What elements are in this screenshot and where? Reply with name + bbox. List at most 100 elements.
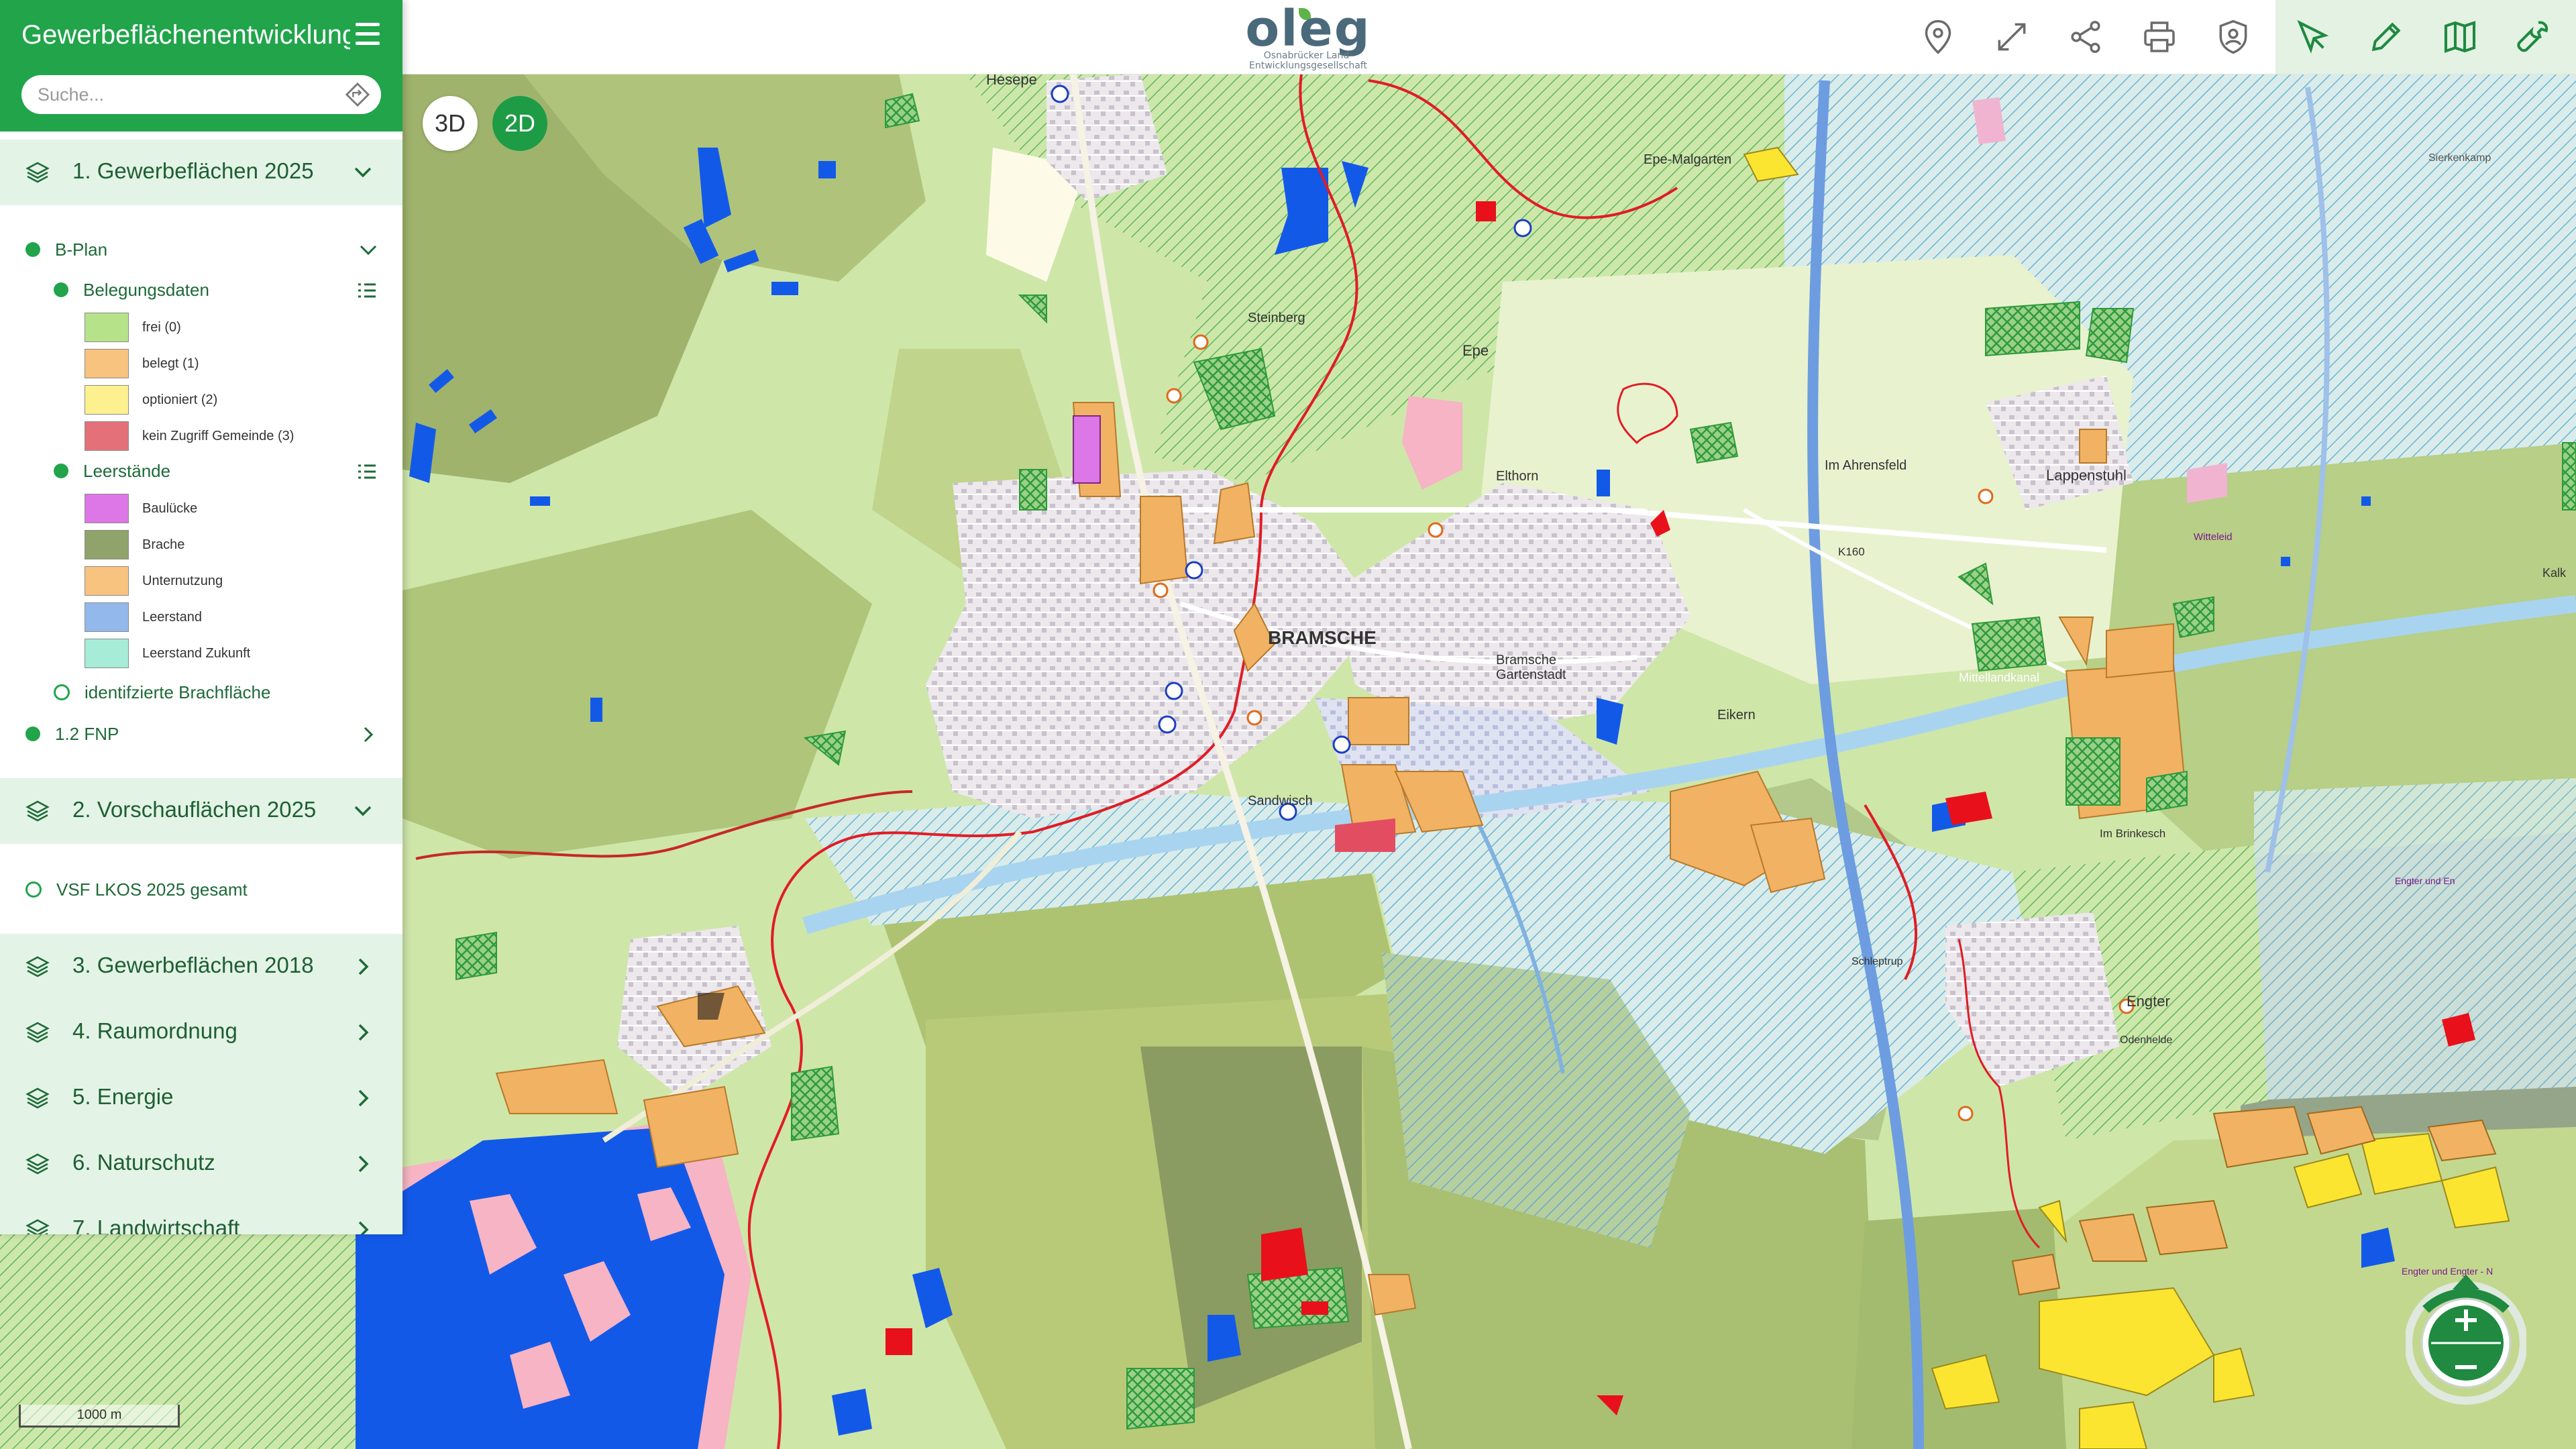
category-label: 6. Naturschutz — [72, 1150, 215, 1175]
logo-subtitle: Osnabrücker Land- Entwicklungsgesellscha… — [1249, 50, 1367, 71]
category-raumordnung[interactable]: 4. Raumordnung — [0, 1000, 402, 1065]
fullscreen-arrows-icon — [1998, 23, 2026, 51]
svg-text:Bramsche: Bramsche — [1496, 653, 1556, 667]
category-label: 1. Gewerbeflächen 2025 — [72, 158, 314, 183]
share-button[interactable] — [2049, 0, 2123, 74]
category-label: 4. Raumordnung — [72, 1018, 237, 1043]
user-shield-button[interactable] — [2196, 0, 2270, 74]
svg-text:Kalk: Kalk — [2542, 566, 2567, 580]
legend-swatch — [85, 313, 129, 342]
legend-swatch — [85, 530, 129, 559]
svg-text:Im Ahrensfeld: Im Ahrensfeld — [1825, 458, 1907, 473]
legend-item: Leerstand — [85, 601, 202, 633]
legend-list-icon[interactable] — [356, 462, 378, 482]
legend-swatch — [85, 349, 129, 378]
logo-wordmark: oleg — [1245, 0, 1371, 58]
plus-icon — [2455, 1309, 2477, 1331]
select-cursor-icon — [2297, 19, 2329, 54]
layers-icon — [25, 162, 50, 183]
svg-text:Steinberg: Steinberg — [1248, 311, 1305, 325]
layer-active-dot[interactable] — [54, 464, 68, 478]
legend-item: Brache — [85, 529, 184, 561]
view-3d-button[interactable]: 3D — [423, 96, 478, 151]
layer-active-dot[interactable] — [54, 282, 68, 297]
chevron-right-icon — [358, 1024, 369, 1041]
edit-pencil-icon — [2371, 22, 2401, 52]
scale-label: 1000 m — [76, 1407, 122, 1422]
layer-label: Leerstände — [83, 460, 171, 481]
legend-item: Baulücke — [85, 492, 197, 525]
layer-vsf-lkos[interactable]: VSF LKOS 2025 gesamt — [25, 876, 248, 903]
layer-active-dot[interactable] — [25, 242, 40, 257]
category-gewerbeflaechen-2018[interactable]: 3. Gewerbeflächen 2018 — [0, 934, 402, 1000]
category-label: 5. Energie — [72, 1084, 174, 1109]
chevron-down-icon[interactable] — [357, 240, 380, 260]
navigate-diamond-icon[interactable] — [345, 82, 370, 107]
layer-active-dot[interactable] — [25, 727, 40, 741]
svg-text:Sierkenkamp: Sierkenkamp — [2428, 152, 2491, 164]
legend-item: Unternutzung — [85, 565, 223, 597]
layer-label: Belegungsdaten — [83, 279, 209, 300]
top-toolbar: oleg Osnabrücker Land- Entwicklungsgesel… — [402, 0, 2576, 74]
search-input[interactable] — [36, 80, 334, 109]
layer-inactive-ring[interactable] — [54, 684, 70, 700]
layer-bplan[interactable]: B-Plan — [25, 236, 107, 263]
legend-swatch — [85, 639, 129, 668]
scale-bar: 1000 m — [19, 1405, 181, 1432]
layers-icon — [25, 956, 50, 977]
category-naturschutz[interactable]: 6. Naturschutz — [0, 1131, 402, 1197]
svg-text:K160: K160 — [1838, 545, 1865, 558]
layer-brachflaeche[interactable]: identifzierte Brachfläche — [54, 679, 270, 706]
svg-text:Schleptrup: Schleptrup — [1851, 956, 1903, 967]
svg-text:Elthorn: Elthorn — [1496, 469, 1538, 484]
oleg-logo[interactable]: oleg Osnabrücker Land- Entwicklungsgesel… — [1234, 0, 1382, 71]
svg-text:Im Brinkesch: Im Brinkesch — [2100, 827, 2165, 840]
legend-item: belegt (1) — [85, 347, 199, 380]
legend-swatch — [85, 494, 129, 523]
zoom-in-button[interactable] — [2447, 1301, 2485, 1339]
svg-text:Engter und En: Engter und En — [2395, 875, 2455, 886]
svg-text:Mittellandkanal: Mittellandkanal — [1959, 671, 2039, 684]
hamburger-menu-icon[interactable] — [356, 20, 384, 48]
map-catalog-button[interactable] — [2423, 0, 2497, 74]
search-box — [21, 75, 381, 114]
layer-label: B-Plan — [55, 239, 108, 260]
category-label: 7. Landwirtschaft — [72, 1216, 240, 1234]
category-vorschauflaechen-2025[interactable]: 2. Vorschauflächen 2025 — [0, 778, 402, 844]
legend-swatch — [85, 602, 129, 632]
map-book-icon — [2444, 21, 2476, 53]
tools-button[interactable] — [2497, 0, 2571, 74]
share-icon — [2071, 21, 2100, 53]
layer-fnp[interactable]: 1.2 FNP — [25, 720, 119, 747]
chevron-right-icon[interactable] — [357, 724, 380, 745]
category-gewerbeflaechen-2025[interactable]: 1. Gewerbeflächen 2025 — [0, 140, 402, 205]
layers-icon — [25, 1153, 50, 1175]
layer-leerstaende[interactable]: Leerstände — [54, 458, 170, 484]
location-pin-icon — [1925, 19, 1951, 54]
category-energie[interactable]: 5. Energie — [0, 1065, 402, 1131]
layers-icon — [25, 1087, 50, 1109]
edit-tool-button[interactable] — [2349, 0, 2423, 74]
layer-label: 1.2 FNP — [55, 723, 119, 744]
svg-text:Epe-Malgarten: Epe-Malgarten — [1644, 152, 1731, 167]
legend-list-icon[interactable] — [356, 280, 378, 301]
select-tool-button[interactable] — [2275, 0, 2349, 74]
zoom-out-button[interactable] — [2447, 1348, 2485, 1386]
print-button[interactable] — [2123, 0, 2196, 74]
zoom-control — [2404, 1269, 2528, 1410]
printer-icon — [2144, 21, 2175, 52]
app-title: Gewerbeflächenentwicklung — [21, 20, 350, 50]
minus-icon — [2455, 1365, 2477, 1369]
layer-inactive-ring[interactable] — [25, 881, 42, 898]
svg-text:Gartenstadt: Gartenstadt — [1496, 667, 1566, 682]
fullscreen-button[interactable] — [1975, 0, 2049, 74]
view-2d-button[interactable]: 2D — [492, 96, 547, 151]
layer-label: VSF LKOS 2025 gesamt — [56, 879, 248, 900]
svg-text:Lappenstuhl: Lappenstuhl — [2046, 467, 2127, 484]
location-pin-button[interactable] — [1901, 0, 1975, 74]
svg-text:Sandwisch: Sandwisch — [1248, 794, 1313, 808]
wrench-icon — [2517, 21, 2548, 52]
layer-belegungsdaten[interactable]: Belegungsdaten — [54, 276, 209, 303]
category-landwirtschaft[interactable]: 7. Landwirtschaft — [0, 1197, 402, 1234]
category-label: 3. Gewerbeflächen 2018 — [72, 953, 314, 977]
